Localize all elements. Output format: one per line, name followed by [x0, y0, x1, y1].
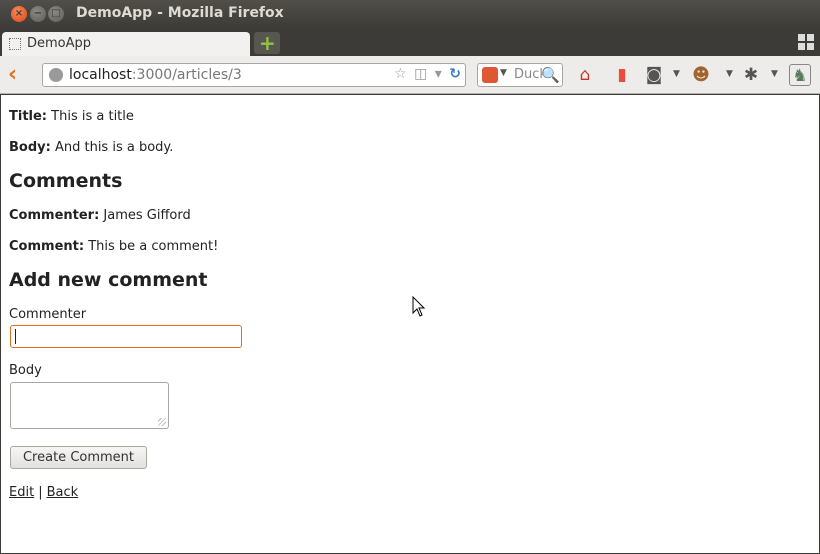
magnifier-icon[interactable]: 🔍 [541, 66, 560, 84]
comment-body-line: Comment: This be a comment! [9, 239, 219, 254]
search-box[interactable]: ▼ Duck 🔍 [477, 63, 563, 87]
edit-link[interactable]: Edit [9, 485, 34, 500]
tab-title: DemoApp [27, 36, 92, 51]
pocket-icon[interactable]: ◫ [414, 66, 427, 82]
url-bar[interactable]: localhost:3000/articles/3 ☆ ◫ ▾ ↻ [42, 63, 466, 87]
article-title-line: Title: This is a title [9, 109, 134, 124]
window-titlebar: × − □ DemoApp - Mozilla Firefox [0, 0, 820, 29]
duckduckgo-icon[interactable] [482, 67, 498, 83]
window-title: DemoApp - Mozilla Firefox [76, 5, 284, 21]
body-textarea[interactable] [10, 382, 169, 429]
text-caret [15, 329, 16, 344]
blank-page-icon [9, 38, 21, 50]
window-close-button[interactable]: × [11, 6, 27, 22]
tab-groups-icon[interactable] [798, 34, 814, 50]
article-body-line: Body: And this is a body. [9, 140, 174, 155]
extension-canister-icon[interactable]: ▮ [611, 64, 633, 86]
dropdown-arrow-icon[interactable]: ▾ [435, 66, 442, 82]
commenter-label: Commenter [9, 307, 87, 322]
tab-demoapp[interactable]: DemoApp [2, 32, 250, 56]
greasemonkey-dropdown-icon[interactable]: ▼ [726, 69, 733, 79]
window-minimize-button[interactable]: − [30, 6, 46, 22]
link-separator: | [38, 485, 43, 500]
commenter-input[interactable] [10, 325, 242, 348]
evernote-icon[interactable]: ♞ [789, 64, 811, 86]
greasemonkey-icon[interactable]: ☻ [690, 64, 712, 86]
plus-icon: + [259, 31, 276, 55]
window-maximize-button[interactable]: □ [48, 6, 64, 22]
comments-heading: Comments [9, 170, 123, 192]
page-content: Title: This is a title Body: And this is… [1, 95, 819, 553]
body-label: Body [9, 363, 42, 378]
create-comment-button[interactable]: Create Comment [10, 446, 147, 469]
back-link[interactable]: Back [47, 485, 79, 500]
firebug-dropdown-icon[interactable]: ▼ [771, 69, 778, 79]
navigation-toolbar: ‹ localhost:3000/articles/3 ☆ ◫ ▾ ↻ ▼ Du… [0, 56, 820, 94]
search-engine-dropdown-icon[interactable]: ▼ [500, 68, 507, 78]
pocket-toolbar-icon[interactable]: ◙ [643, 64, 665, 86]
tab-strip: DemoApp + [0, 29, 820, 56]
bookmark-star-icon[interactable]: ☆ [394, 66, 407, 82]
home-icon[interactable]: ⌂ [574, 64, 596, 86]
resize-grip-icon[interactable] [158, 418, 166, 426]
page-links: Edit | Back [9, 485, 78, 500]
firebug-icon[interactable]: ✱ [740, 64, 762, 86]
reload-icon[interactable]: ↻ [449, 66, 461, 82]
pocket-dropdown-icon[interactable]: ▼ [673, 69, 680, 79]
add-comment-heading: Add new comment [9, 269, 208, 291]
back-arrow-icon[interactable]: ‹ [8, 64, 28, 86]
url-text: localhost:3000/articles/3 [69, 67, 242, 83]
globe-icon [49, 68, 63, 82]
comment-commenter-line: Commenter: James Gifford [9, 208, 191, 223]
new-tab-button[interactable]: + [254, 32, 280, 54]
mouse-cursor-icon [412, 296, 426, 317]
